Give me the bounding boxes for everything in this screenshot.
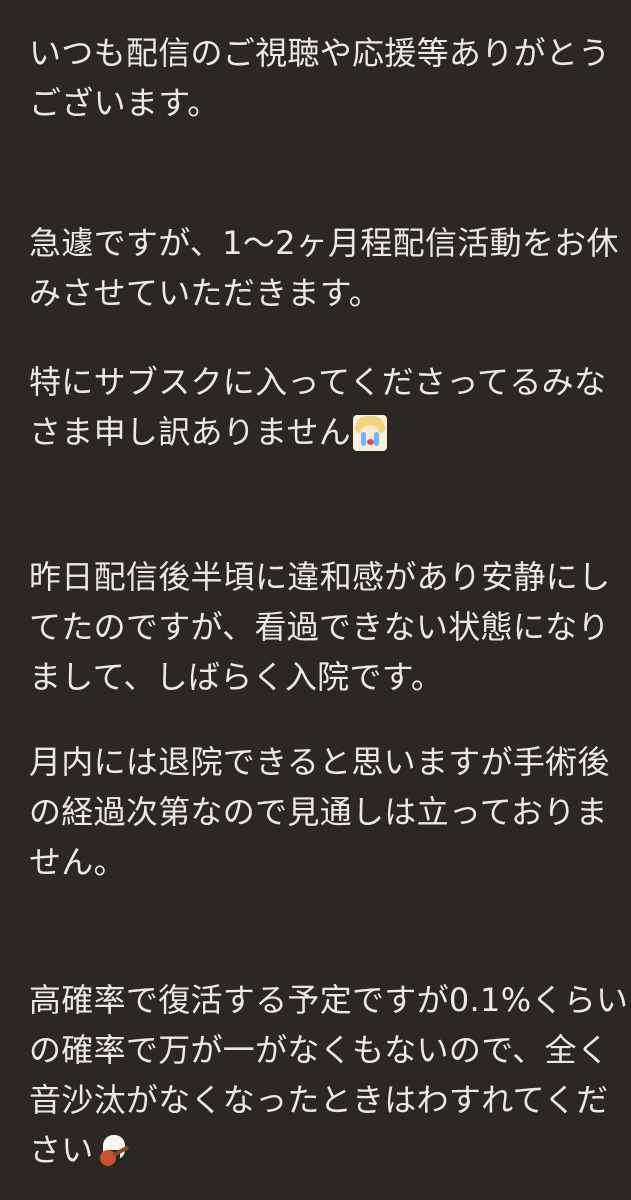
- message-paragraph-thanks: いつも配信のご視聴や応援等ありがとう ございます。: [29, 28, 619, 128]
- message-paragraph-recovery: 月内には退院できると思いますが手術後 の経過次第なので見通しは立っておりま せん…: [29, 737, 619, 887]
- message-line-text: さい: [29, 1131, 94, 1169]
- message-line: せん。: [29, 843, 126, 881]
- message-line: の経過次第なので見通しは立っておりま: [29, 793, 608, 831]
- onigiri-guitar-emoji-icon: [96, 1133, 132, 1169]
- message-line: ございます。: [29, 84, 220, 122]
- message-line: てたのですが、看過できない状態になり: [29, 608, 610, 646]
- message-paragraph-apology: 特にサブスクに入ってくださってるみな さま申し訳ありません: [29, 357, 619, 457]
- message-line-with-emoji: さま申し訳ありません: [29, 407, 619, 457]
- message-line: いつも配信のご視聴や応援等ありがとう: [29, 34, 611, 72]
- message-paragraph-hospital: 昨日配信後半頃に違和感があり安静にし てたのですが、看過できない状態になり まし…: [29, 552, 619, 702]
- message-line: 月内には退院できると思いますが手術後: [29, 743, 610, 781]
- message-line: まして、しばらく入院です。: [29, 658, 444, 696]
- message-line: みさせていただきます。: [29, 274, 382, 312]
- message-line: 昨日配信後半頃に違和感があり安静にし: [29, 558, 611, 596]
- message-line: 急遽ですが、1〜2ヶ月程配信活動をお休: [29, 224, 619, 262]
- message-paragraph-hiatus: 急遽ですが、1〜2ヶ月程配信活動をお休 みさせていただきます。: [29, 218, 619, 318]
- message-line-text: さま申し訳ありません: [29, 413, 352, 451]
- message-line: 特にサブスクに入ってくださってるみな: [29, 363, 607, 401]
- message-line-with-emoji: さい: [29, 1125, 619, 1175]
- crying-character-emoji-icon: [353, 415, 388, 451]
- post-screen: いつも配信のご視聴や応援等ありがとう ございます。 急遽ですが、1〜2ヶ月程配信…: [0, 0, 631, 1200]
- message-line: 音沙汰がなくなったときはわすれてくだ: [29, 1081, 609, 1119]
- message-line: の確率で万が一がなくもないので、全く: [29, 1031, 610, 1069]
- message-line: 高確率で復活する予定ですが0.1%くらい: [29, 981, 629, 1019]
- message-paragraph-return: 高確率で復活する予定ですが0.1%くらい の確率で万が一がなくもないので、全く …: [29, 975, 629, 1175]
